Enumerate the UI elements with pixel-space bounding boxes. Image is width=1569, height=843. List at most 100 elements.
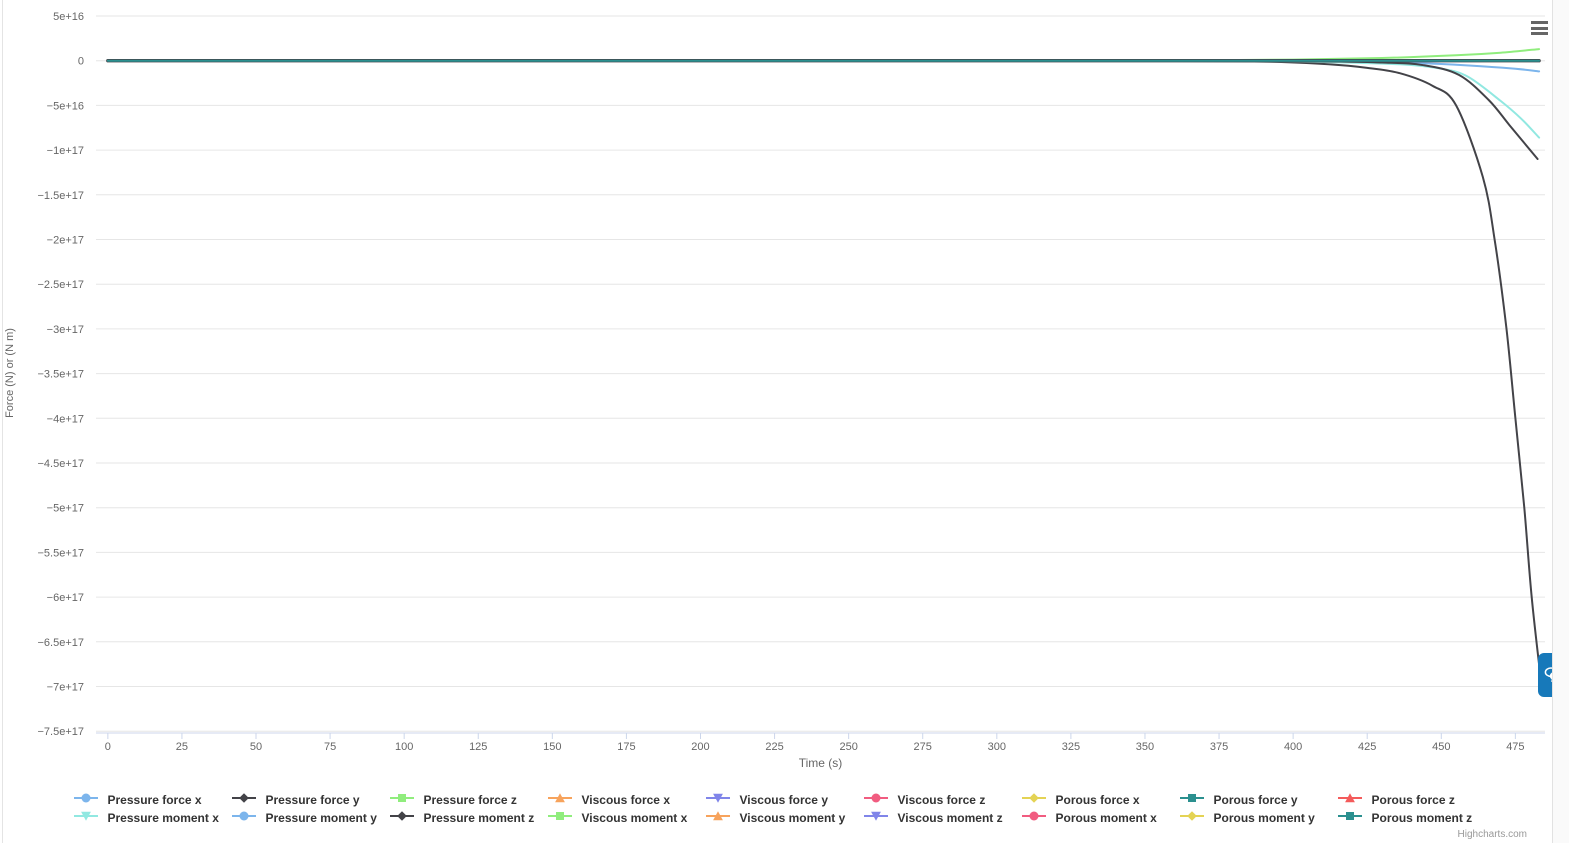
diamond-marker-icon xyxy=(231,791,261,809)
legend-label: Pressure force x xyxy=(107,793,202,807)
legend-label: Pressure moment x xyxy=(107,811,219,825)
legend-item-porous-moment-z[interactable]: Porous moment z xyxy=(1337,809,1496,827)
x-tick-label: 250 xyxy=(839,741,857,753)
series-line-pressure-force-z xyxy=(106,48,1541,62)
y-tick-label: −2.5e+17 xyxy=(38,279,85,291)
series-line-pressure-moment-z xyxy=(106,59,1539,160)
y-tick-label: −5.5e+17 xyxy=(38,547,85,559)
legend-item-pressure-force-y[interactable]: Pressure force y xyxy=(231,791,390,809)
legend-item-viscous-force-y[interactable]: Viscous force y xyxy=(705,791,864,809)
diamond-marker-icon xyxy=(1179,809,1209,827)
legend-item-pressure-force-z[interactable]: Pressure force z xyxy=(389,791,548,809)
triangle-down-marker-icon xyxy=(73,809,103,827)
y-tick-label: 5e+16 xyxy=(53,11,84,23)
square-marker-icon xyxy=(389,791,419,809)
x-tick-label: 200 xyxy=(691,741,709,753)
y-tick-label: −5e+16 xyxy=(47,100,84,112)
x-tick-label: 350 xyxy=(1136,741,1154,753)
y-tick-label: −5e+17 xyxy=(47,503,84,515)
legend-label: Viscous moment x xyxy=(581,811,688,825)
page-left-border xyxy=(2,0,3,843)
square-marker-icon xyxy=(1337,809,1367,827)
x-axis-title: Time (s) xyxy=(798,756,843,770)
x-tick-label: 25 xyxy=(176,741,188,753)
diamond-marker-icon xyxy=(1021,791,1051,809)
highcharts-force-chart-page: 5e+16 0 −5e+16 −1e+17 −1.5e+17 −2e+17 −2.5e+17… xyxy=(0,0,1569,843)
x-tick-label: 175 xyxy=(617,741,635,753)
series-line-pressure-force-y xyxy=(106,59,1542,679)
legend-label: Viscous force z xyxy=(897,793,986,807)
legend-item-viscous-force-z[interactable]: Viscous force z xyxy=(863,791,1022,809)
legend-label: Porous force y xyxy=(1213,793,1298,807)
x-tick-label: 150 xyxy=(543,741,561,753)
triangle-down-marker-icon xyxy=(705,791,735,809)
circle-marker-icon xyxy=(73,791,103,809)
legend-label: Pressure moment y xyxy=(265,811,377,825)
y-tick-label: −6e+17 xyxy=(47,592,84,604)
force-time-chart-plot: 5e+16 0 −5e+16 −1e+17 −1.5e+17 −2e+17 −2.5e+17… xyxy=(38,11,1545,753)
y-tick-label: −1e+17 xyxy=(47,145,84,157)
legend-item-pressure-moment-y[interactable]: Pressure moment y xyxy=(231,809,390,827)
legend-label: Porous force x xyxy=(1055,793,1140,807)
x-tick-label: 375 xyxy=(1210,741,1228,753)
page-right-gutter xyxy=(1553,0,1569,843)
legend-item-pressure-force-x[interactable]: Pressure force x xyxy=(73,791,232,809)
legend-label: Pressure moment z xyxy=(423,811,535,825)
legend-label: Porous moment x xyxy=(1055,811,1157,825)
triangle-down-marker-icon xyxy=(863,809,893,827)
legend-label: Viscous force y xyxy=(739,793,829,807)
legend-label: Porous moment y xyxy=(1213,811,1315,825)
legend-label: Porous force z xyxy=(1371,793,1455,807)
legend-item-viscous-moment-x[interactable]: Viscous moment x xyxy=(547,809,706,827)
x-tick-label: 450 xyxy=(1432,741,1450,753)
triangle-marker-icon xyxy=(705,809,735,827)
x-tick-label: 50 xyxy=(250,741,262,753)
y-tick-label: −7e+17 xyxy=(47,682,84,694)
legend-label: Viscous moment z xyxy=(897,811,1003,825)
legend-item-porous-moment-x[interactable]: Porous moment x xyxy=(1021,809,1180,827)
square-marker-icon xyxy=(547,809,577,827)
legend-label: Viscous moment y xyxy=(739,811,846,825)
legend-label: Porous moment z xyxy=(1371,811,1473,825)
y-tick-label: 0 xyxy=(78,56,84,68)
y-tick-label: −1.5e+17 xyxy=(38,190,85,202)
legend-label: Viscous force x xyxy=(581,793,671,807)
legend-item-porous-moment-y[interactable]: Porous moment y xyxy=(1179,809,1338,827)
x-tick-label: 475 xyxy=(1506,741,1524,753)
circle-marker-icon xyxy=(863,791,893,809)
x-tick-label: 100 xyxy=(395,741,413,753)
legend-item-porous-force-z[interactable]: Porous force z xyxy=(1337,791,1496,809)
diamond-marker-icon xyxy=(389,809,419,827)
circle-marker-icon xyxy=(1021,809,1051,827)
square-marker-icon xyxy=(1179,791,1209,809)
y-tick-label: −7.5e+17 xyxy=(38,726,85,738)
x-tick-label: 300 xyxy=(988,741,1006,753)
x-tick-label: 400 xyxy=(1284,741,1302,753)
legend-item-viscous-force-x[interactable]: Viscous force x xyxy=(547,791,706,809)
legend-item-porous-force-y[interactable]: Porous force y xyxy=(1179,791,1338,809)
x-tick-label: 0 xyxy=(105,741,111,753)
legend-item-viscous-moment-z[interactable]: Viscous moment z xyxy=(863,809,1022,827)
legend-item-viscous-moment-y[interactable]: Viscous moment y xyxy=(705,809,864,827)
y-tick-label: −6.5e+17 xyxy=(38,637,85,649)
hamburger-icon xyxy=(1531,21,1548,24)
legend-item-pressure-moment-z[interactable]: Pressure moment z xyxy=(389,809,548,827)
y-tick-label: −4.5e+17 xyxy=(38,458,85,470)
hamburger-icon xyxy=(1531,32,1548,35)
legend-item-pressure-moment-x[interactable]: Pressure moment x xyxy=(73,809,232,827)
y-axis-title: Force (N) or (N m) xyxy=(4,328,16,418)
triangle-marker-icon xyxy=(547,791,577,809)
legend-item-porous-force-x[interactable]: Porous force x xyxy=(1021,791,1180,809)
series-line-pressure-moment-x xyxy=(106,59,1541,139)
highcharts-credit-link[interactable]: Highcharts.com xyxy=(1458,829,1527,840)
x-tick-label: 225 xyxy=(765,741,783,753)
x-tick-label: 75 xyxy=(324,741,336,753)
y-tick-label: −3.5e+17 xyxy=(38,369,85,381)
triangle-marker-icon xyxy=(1337,791,1367,809)
y-tick-label: −3e+17 xyxy=(47,324,84,336)
x-tick-label: 275 xyxy=(914,741,932,753)
y-tick-label: −4e+17 xyxy=(47,413,84,425)
x-tick-label: 425 xyxy=(1358,741,1376,753)
hamburger-icon xyxy=(1531,26,1548,30)
chart-context-menu-button[interactable] xyxy=(1528,17,1552,39)
